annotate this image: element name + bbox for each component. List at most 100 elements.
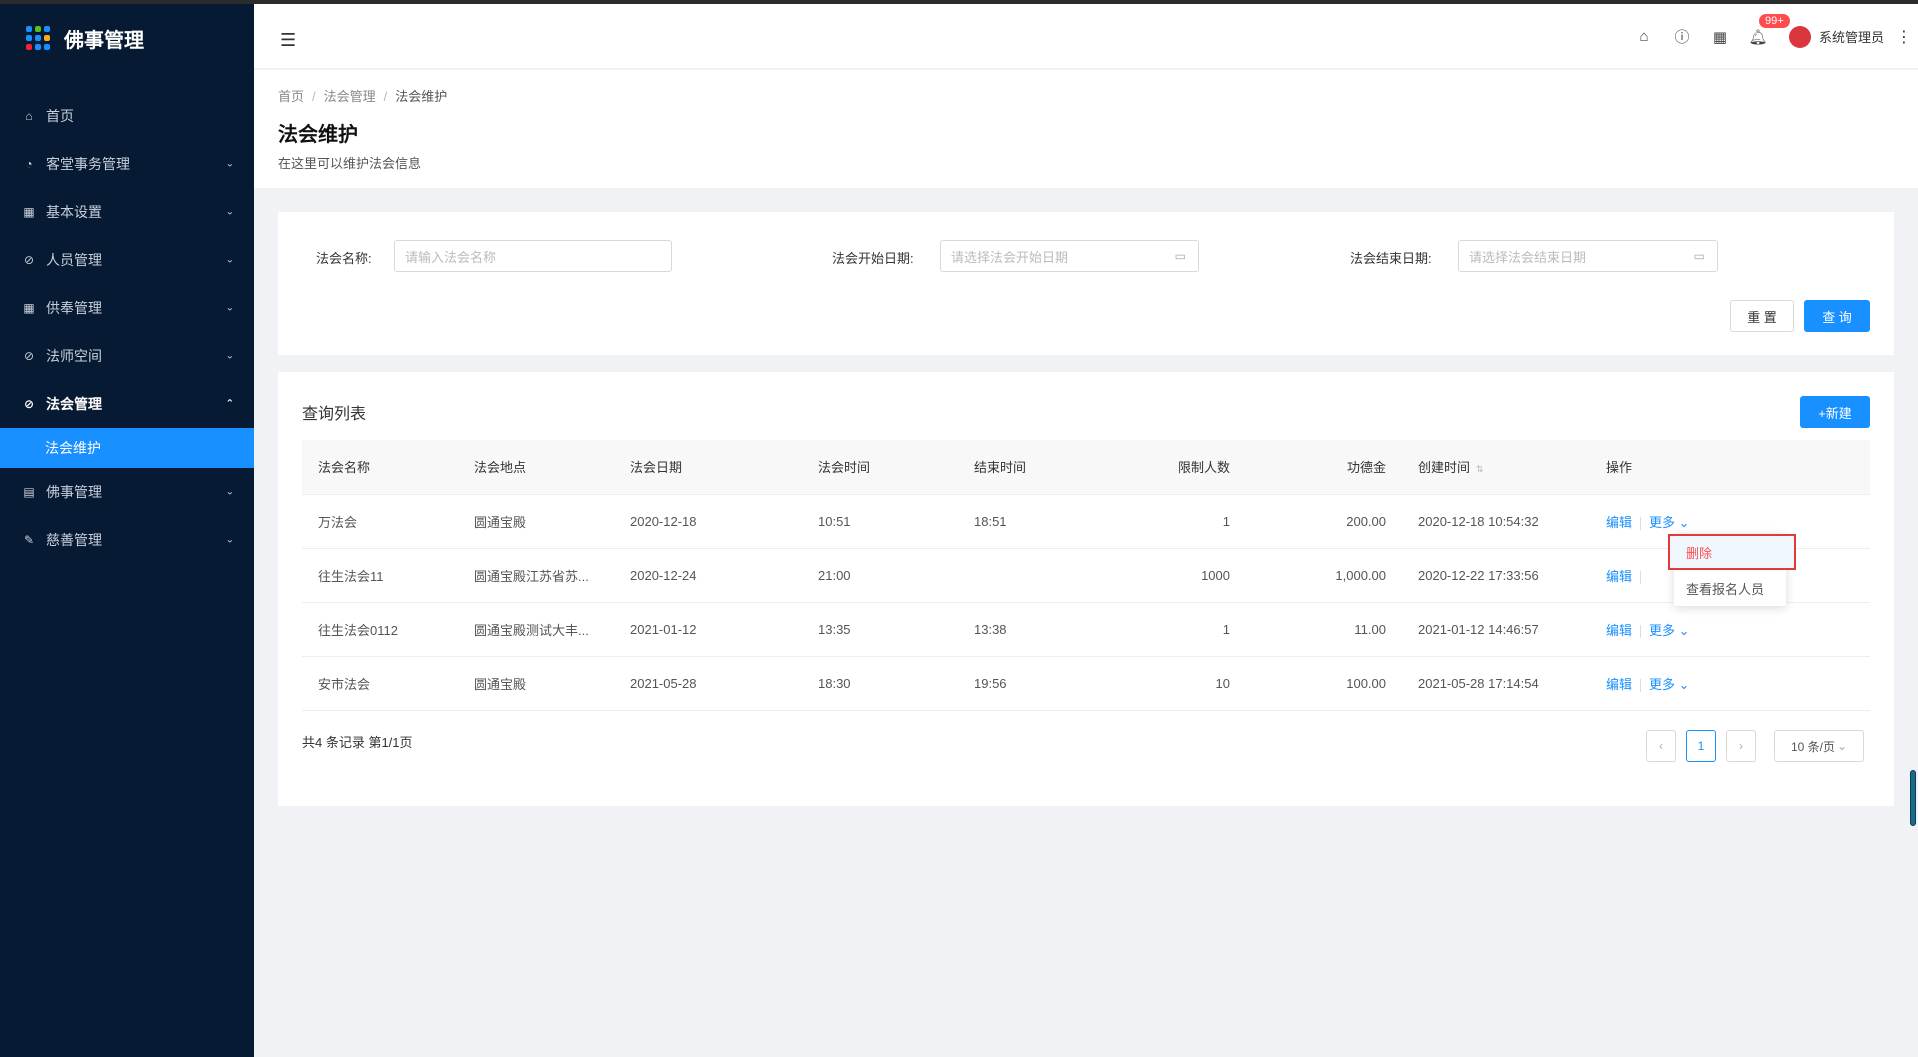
cell-date: 2021-05-28 xyxy=(614,656,802,711)
next-page-button[interactable]: › xyxy=(1726,730,1756,762)
sidebar-item-basic-settings[interactable]: ▦ 基本设置 ⌄ xyxy=(0,188,254,236)
column-header: 法会名称 xyxy=(302,440,458,495)
column-header: 操作 xyxy=(1590,440,1870,495)
chevron-left-icon: ‹ xyxy=(1659,739,1663,753)
table-row: 安市法会 圆通宝殿 2021-05-28 18:30 19:56 10 100.… xyxy=(302,656,1870,711)
breadcrumb-assembly-management[interactable]: 法会管理 xyxy=(324,89,376,104)
document-icon: ▤ xyxy=(23,485,35,499)
sidebar-item-offerings[interactable]: ▦ 供奉管理 ⌄ xyxy=(0,284,254,332)
more-dropdown-menu: 删除 查看报名人员 xyxy=(1668,534,1796,606)
chevron-down-icon: ⌄ xyxy=(225,486,234,498)
edit-icon: ✎ xyxy=(23,533,35,547)
sidebar-item-charity[interactable]: ✎ 慈善管理 ⌄ xyxy=(0,516,254,564)
chevron-down-icon: ⌄ xyxy=(225,158,234,170)
sidebar-item-buddhist-affairs[interactable]: ▤ 佛事管理 ⌄ xyxy=(0,468,254,516)
prev-page-button[interactable]: ‹ xyxy=(1646,730,1676,762)
more-vertical-icon[interactable]: ⋮ xyxy=(1896,27,1912,47)
reset-button[interactable]: 重 置 xyxy=(1730,300,1794,332)
sidebar-item-personnel[interactable]: ⊘ 人员管理 ⌄ xyxy=(0,236,254,284)
cell-time: 10:51 xyxy=(802,494,958,549)
bell-icon[interactable]: 🔔︎ 99+ xyxy=(1739,13,1790,46)
table-row: 万法会 圆通宝殿 2020-12-18 10:51 18:51 1 200.00… xyxy=(302,494,1870,549)
edit-link[interactable]: 编辑 xyxy=(1606,623,1632,638)
cell-date: 2020-12-24 xyxy=(614,548,802,603)
view-registrants-menu-item[interactable]: 查看报名人员 xyxy=(1674,570,1786,606)
menu-fold-icon[interactable]: ☰ xyxy=(280,30,296,51)
delete-menu-item[interactable]: 删除 xyxy=(1668,534,1796,570)
query-button[interactable]: 查 询 xyxy=(1804,300,1870,332)
help-icon[interactable]: ⓘ xyxy=(1663,26,1701,47)
column-header: 功德金 xyxy=(1246,440,1402,495)
cell-merit: 200.00 xyxy=(1246,494,1402,549)
list-title: 查询列表 xyxy=(302,406,367,423)
sidebar-item-label: 基本设置 xyxy=(46,204,102,220)
cell-date: 2020-12-18 xyxy=(614,494,802,549)
chevron-down-icon: ⌄ xyxy=(225,350,234,362)
sidebar-item-home[interactable]: ⌂ 首页 xyxy=(0,92,254,140)
cell-time: 13:35 xyxy=(802,602,958,657)
cell-end-time: 19:56 xyxy=(958,656,1114,711)
scrollbar-thumb[interactable] xyxy=(1910,770,1916,826)
end-date-picker[interactable]: 请选择法会结束日期 ▭ xyxy=(1458,240,1718,272)
sidebar-item-assembly-maintenance[interactable]: 法会维护 xyxy=(0,428,254,468)
cell-end-time: 13:38 xyxy=(958,602,1114,657)
column-header: 法会日期 xyxy=(614,440,802,495)
app-title: 佛事管理 xyxy=(64,29,144,52)
home-icon: ⌂ xyxy=(25,109,33,123)
table-row: 往生法会11 圆通宝殿江苏省苏... 2020-12-24 21:00 1000… xyxy=(302,548,1870,603)
cell-name: 安市法会 xyxy=(302,656,458,711)
cell-location: 圆通宝殿江苏省苏... xyxy=(458,548,614,603)
column-header-created[interactable]: 创建时间 ⇅ xyxy=(1402,440,1590,495)
sidebar-item-dharma-assembly[interactable]: ⊘ 法会管理 ⌃ xyxy=(0,380,254,428)
breadcrumb-current: 法会维护 xyxy=(395,89,448,104)
start-date-picker[interactable]: 请选择法会开始日期 ▭ xyxy=(940,240,1199,272)
sidebar-item-reception[interactable]: ◔ 客堂事务管理 ⌄ xyxy=(0,140,254,188)
breadcrumb: 首页 / 法会管理 / 法会维护 xyxy=(278,89,448,104)
cell-merit: 1,000.00 xyxy=(1246,548,1402,603)
table-icon: ▦ xyxy=(23,301,35,315)
cell-name: 往生法会0112 xyxy=(302,602,458,657)
apps-icon[interactable]: ▦ xyxy=(1701,28,1739,46)
table-row: 往生法会0112 圆通宝殿测试大丰... 2021-01-12 13:35 13… xyxy=(302,602,1870,657)
cell-end-time xyxy=(958,548,1114,603)
dashboard-icon: ◔ xyxy=(25,157,33,171)
column-header: 法会地点 xyxy=(458,440,614,495)
sidebar-item-master-space[interactable]: ⊘ 法师空间 ⌄ xyxy=(0,332,254,380)
page-title: 法会维护 xyxy=(278,124,358,146)
sort-icon[interactable]: ⇅ xyxy=(1476,464,1484,474)
search-form: 法会名称: 请输入法会名称 法会开始日期: 请选择法会开始日期 ▭ 法会结束日期:… xyxy=(278,212,1894,355)
grid-logo-icon xyxy=(26,26,50,50)
more-link[interactable]: 更多 ⌄ xyxy=(1649,515,1690,530)
sidebar: 佛事管理 ⌂ 首页 ◔ 客堂事务管理 ⌄ ▦ 基本设置 ⌄ ⊘ 人员管理 ⌄ ▦… xyxy=(0,4,254,1057)
sidebar-item-label: 客堂事务管理 xyxy=(46,156,130,172)
user-name[interactable]: 系统管理员 xyxy=(1819,27,1884,46)
cell-name: 万法会 xyxy=(302,494,458,549)
cell-time: 18:30 xyxy=(802,656,958,711)
chevron-down-icon: ⌄ xyxy=(225,254,234,266)
sidebar-item-label: 首页 xyxy=(46,108,74,124)
app-logo[interactable]: 佛事管理 xyxy=(0,4,254,72)
chevron-right-icon: › xyxy=(1739,739,1743,753)
sidebar-item-label: 慈善管理 xyxy=(46,532,102,548)
edit-link[interactable]: 编辑 xyxy=(1606,515,1632,530)
breadcrumb-home[interactable]: 首页 xyxy=(278,89,304,104)
page-size-select[interactable]: 10 条/页 ⌄ xyxy=(1774,730,1864,762)
add-button[interactable]: +新建 xyxy=(1800,396,1870,428)
home-icon[interactable]: ⌂ xyxy=(1625,28,1663,45)
query-list: 查询列表 +新建 法会名称 法会地点 法会日期 法会时间 结束时间 限制人数 功… xyxy=(278,372,1894,806)
chevron-down-icon: ⌄ xyxy=(1678,676,1690,692)
edit-link[interactable]: 编辑 xyxy=(1606,677,1632,692)
cell-end-time: 18:51 xyxy=(958,494,1114,549)
edit-link[interactable]: 编辑 xyxy=(1606,569,1632,584)
more-link[interactable]: 更多 ⌄ xyxy=(1649,623,1690,638)
cell-location: 圆通宝殿测试大丰... xyxy=(458,602,614,657)
check-circle-icon: ⊘ xyxy=(23,253,35,267)
notification-badge: 99+ xyxy=(1758,13,1790,28)
end-date-label: 法会结束日期: xyxy=(1350,251,1432,266)
more-link[interactable]: 更多 ⌄ xyxy=(1649,677,1690,692)
page-number-button[interactable]: 1 xyxy=(1686,730,1716,762)
avatar[interactable] xyxy=(1788,25,1811,48)
cell-limit: 1000 xyxy=(1114,548,1246,603)
cell-created: 2020-12-22 17:33:56 xyxy=(1402,548,1590,603)
name-input[interactable]: 请输入法会名称 xyxy=(394,240,672,272)
